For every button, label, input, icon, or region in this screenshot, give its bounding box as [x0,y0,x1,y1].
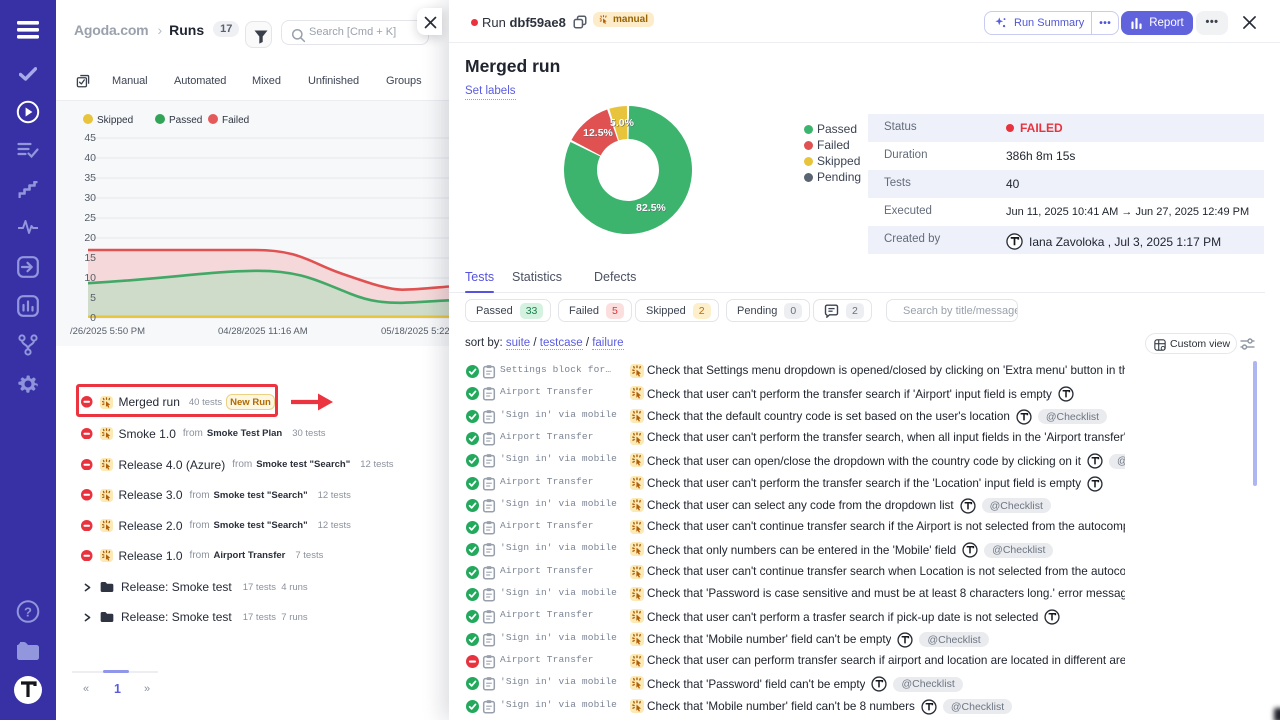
svg-text:5.0%: 5.0% [610,117,635,129]
svg-text:12.5%: 12.5% [583,127,613,139]
svg-text:?: ? [24,604,32,619]
svg-text:82.5%: 82.5% [636,202,666,214]
